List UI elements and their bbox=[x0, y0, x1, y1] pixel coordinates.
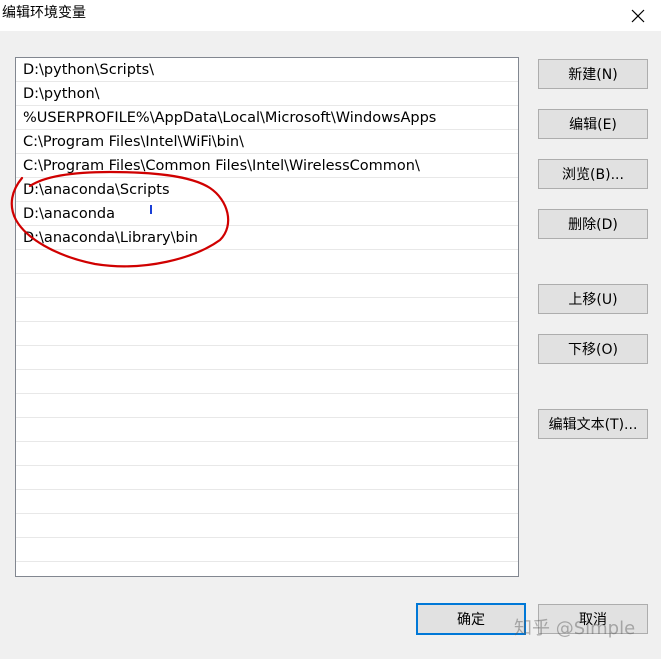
list-item[interactable]: C:\Program Files\Intel\WiFi\bin\ bbox=[16, 130, 518, 154]
path-entry-text: D:\anaconda\Scripts bbox=[23, 182, 170, 198]
list-item[interactable]: C:\Program Files\Common Files\Intel\Wire… bbox=[16, 154, 518, 178]
empty-row[interactable] bbox=[16, 466, 518, 490]
ok-button[interactable]: 确定 bbox=[416, 603, 526, 635]
empty-row[interactable] bbox=[16, 490, 518, 514]
close-icon bbox=[631, 9, 645, 22]
path-entry-text: D:\anaconda\Library\bin bbox=[23, 230, 198, 246]
browse-button[interactable]: 浏览(B)... bbox=[538, 159, 648, 189]
path-list[interactable]: D:\python\Scripts\ D:\python\ %USERPROFI… bbox=[15, 57, 519, 577]
window-title: 编辑环境变量 bbox=[2, 5, 86, 21]
empty-row[interactable] bbox=[16, 370, 518, 394]
list-item[interactable]: %USERPROFILE%\AppData\Local\Microsoft\Wi… bbox=[16, 106, 518, 130]
list-item[interactable]: D:\python\ bbox=[16, 82, 518, 106]
new-button[interactable]: 新建(N) bbox=[538, 59, 648, 89]
list-item[interactable]: D:\anaconda\Library\bin bbox=[16, 226, 518, 250]
empty-row[interactable] bbox=[16, 250, 518, 274]
path-entry-text: %USERPROFILE%\AppData\Local\Microsoft\Wi… bbox=[23, 110, 437, 126]
close-button[interactable] bbox=[615, 0, 661, 31]
move-down-button[interactable]: 下移(O) bbox=[538, 334, 648, 364]
path-entry-text: C:\Program Files\Common Files\Intel\Wire… bbox=[23, 158, 420, 174]
delete-button[interactable]: 删除(D) bbox=[538, 209, 648, 239]
text-cursor bbox=[150, 205, 152, 214]
path-entry-text: D:\anaconda bbox=[23, 206, 116, 222]
empty-row[interactable] bbox=[16, 274, 518, 298]
list-item[interactable]: D:\anaconda\Scripts bbox=[16, 178, 518, 202]
edit-text-button[interactable]: 编辑文本(T)... bbox=[538, 409, 648, 439]
empty-row[interactable] bbox=[16, 442, 518, 466]
empty-row[interactable] bbox=[16, 346, 518, 370]
title-bar: 编辑环境变量 bbox=[0, 0, 661, 31]
empty-row[interactable] bbox=[16, 418, 518, 442]
edit-button[interactable]: 编辑(E) bbox=[538, 109, 648, 139]
empty-row[interactable] bbox=[16, 394, 518, 418]
watermark: 知乎 @Simple bbox=[514, 618, 636, 639]
move-up-button[interactable]: 上移(U) bbox=[538, 284, 648, 314]
empty-row[interactable] bbox=[16, 538, 518, 562]
path-entry-text: D:\python\ bbox=[23, 86, 100, 102]
empty-row[interactable] bbox=[16, 514, 518, 538]
empty-row[interactable] bbox=[16, 298, 518, 322]
path-entry-text: D:\python\Scripts\ bbox=[23, 62, 155, 78]
list-item[interactable]: D:\anaconda bbox=[16, 202, 518, 226]
list-item[interactable]: D:\python\Scripts\ bbox=[16, 58, 518, 82]
path-entry-text: C:\Program Files\Intel\WiFi\bin\ bbox=[23, 134, 244, 150]
empty-row[interactable] bbox=[16, 322, 518, 346]
